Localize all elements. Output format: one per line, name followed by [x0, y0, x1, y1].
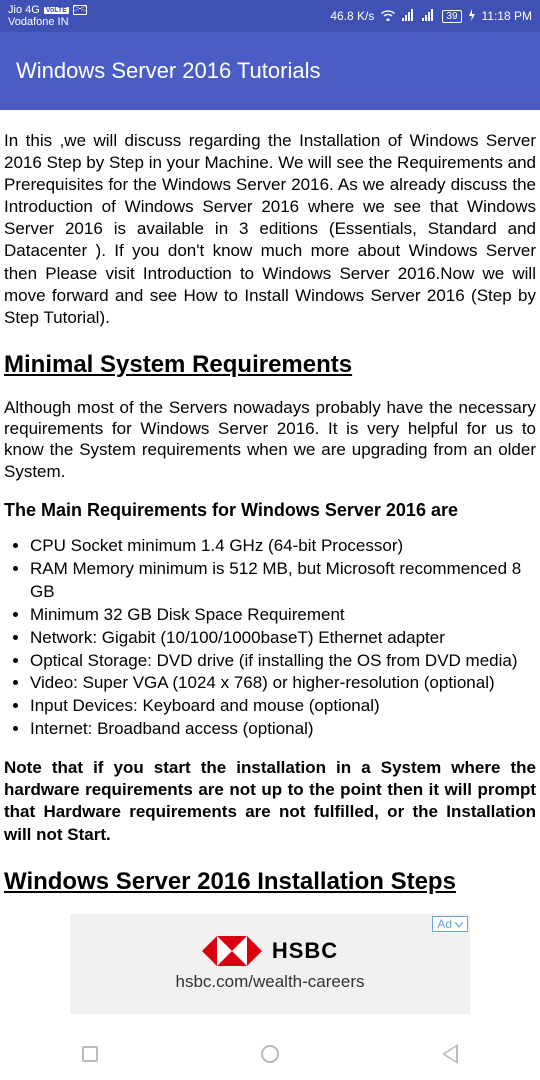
list-item: RAM Memory minimum is 512 MB, but Micros…: [30, 558, 536, 604]
list-item: CPU Socket minimum 1.4 GHz (64-bit Proce…: [30, 535, 536, 558]
wifi-icon: [380, 9, 396, 24]
list-item: Internet: Broadband access (optional): [30, 718, 536, 741]
article-content[interactable]: In this ,we will discuss regarding the I…: [0, 110, 540, 1028]
ad-label[interactable]: Ad: [432, 916, 468, 932]
charging-icon: [468, 9, 476, 24]
signal-1-icon: [402, 9, 416, 24]
list-item: Network: Gigabit (10/100/1000baseT) Ethe…: [30, 627, 536, 650]
list-item: Input Devices: Keyboard and mouse (optio…: [30, 695, 536, 718]
list-item: Video: Super VGA (1024 x 768) or higher-…: [30, 672, 536, 695]
status-left: Jio 4G VoLTE Vodafone IN: [8, 5, 87, 28]
requirements-list: CPU Socket minimum 1.4 GHz (64-bit Proce…: [4, 535, 536, 741]
ad-brand-row: HSBC: [202, 936, 338, 966]
clock: 11:18 PM: [482, 9, 532, 23]
list-item: Minimum 32 GB Disk Space Requirement: [30, 604, 536, 627]
section-heading-requirements: Minimal System Requirements: [4, 351, 536, 379]
app-title: Windows Server 2016 Tutorials: [16, 58, 320, 84]
home-button[interactable]: [259, 1043, 281, 1065]
recent-apps-button[interactable]: [79, 1043, 101, 1065]
carrier-2: Vodafone IN: [8, 17, 87, 28]
battery-icon: 39: [442, 10, 461, 23]
ad-label-text: Ad: [437, 917, 452, 931]
ad-subtext: hsbc.com/wealth-careers: [176, 972, 365, 992]
chevron-down-icon: [455, 917, 463, 931]
mail-icon: [73, 5, 87, 15]
requirements-description: Although most of the Servers nowadays pr…: [4, 397, 536, 482]
sub-heading-main-requirements: The Main Requirements for Windows Server…: [4, 500, 536, 521]
status-right: 46.8 K/s 39 11:18 PM: [330, 9, 532, 24]
carrier-1: Jio 4G: [8, 5, 40, 16]
status-bar: Jio 4G VoLTE Vodafone IN 46.8 K/s 39 11:…: [0, 0, 540, 32]
navigation-bar: [0, 1028, 540, 1080]
list-item: Optical Storage: DVD drive (if installin…: [30, 650, 536, 673]
app-bar: Windows Server 2016 Tutorials: [0, 32, 540, 110]
section-heading-installation: Windows Server 2016 Installation Steps: [4, 868, 536, 896]
intro-paragraph: In this ,we will discuss regarding the I…: [4, 130, 536, 329]
signal-2-icon: [422, 9, 436, 24]
ad-brand: HSBC: [272, 938, 338, 964]
ad-banner[interactable]: Ad HSBC hsbc.com/wealth-careers: [70, 914, 470, 1014]
hsbc-logo-icon: [202, 936, 262, 966]
back-button[interactable]: [439, 1043, 461, 1065]
volte-badge: VoLTE: [44, 7, 69, 14]
network-speed: 46.8 K/s: [330, 9, 374, 23]
requirements-note: Note that if you start the installation …: [4, 757, 536, 845]
